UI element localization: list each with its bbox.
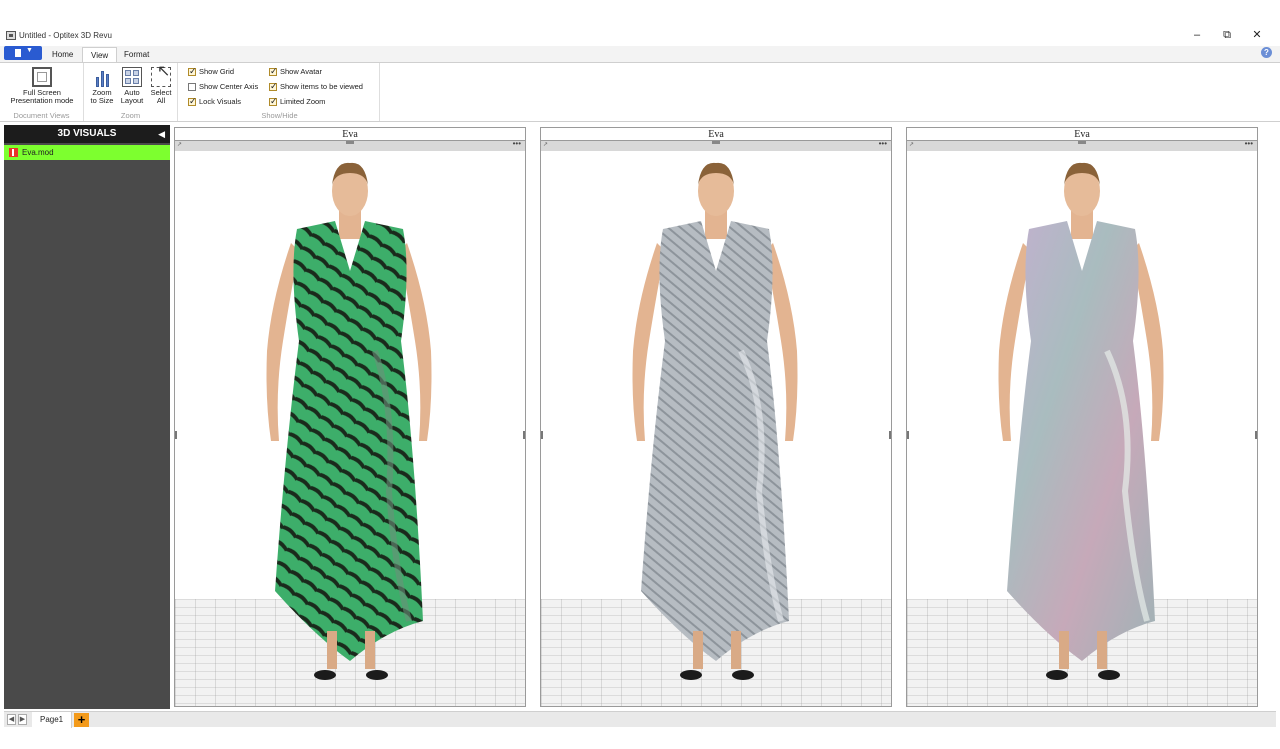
help-icon[interactable]: ? [1261,47,1272,58]
mod-file-icon [9,148,18,157]
minimize-button[interactable]: – [1182,28,1212,44]
list-item-eva-mod[interactable]: Eva.mod [4,145,170,160]
avatar-render [907,162,1257,706]
list-item-label: Eva.mod [22,148,54,157]
avatar-render [175,162,525,706]
show-avatar-label: Show Avatar [280,67,322,76]
show-grid-label: Show Grid [199,67,235,76]
left-edge-handle[interactable] [541,431,543,439]
lock-visuals-checkbox[interactable]: Lock Visuals [188,96,241,107]
group-zoom: Zoom to Size Auto Layout Select All Zoom [84,63,178,121]
limited-zoom-label: Limited Zoom [280,97,326,106]
collapse-icon[interactable]: ◀ [158,125,165,143]
right-edge-handle[interactable] [1255,431,1257,439]
visuals-panel-header: 3D VISUALS ◀ [4,125,170,143]
show-center-axis-label: Show Center Axis [199,82,259,91]
full-screen-label-line2: Presentation mode [10,96,74,105]
avatar-scene[interactable] [175,151,525,706]
tab-view[interactable]: View [82,47,118,62]
drag-handle[interactable] [712,141,720,144]
visual-title: Eva [907,128,1257,141]
group-show-hide: Show Grid Show Center Axis Lock Visuals … [180,63,380,121]
right-edge-handle[interactable] [523,431,525,439]
zoom-to-size-icon [92,67,112,87]
more-options-icon[interactable]: ••• [1245,139,1253,148]
full-screen-icon [32,67,52,87]
visuals-panel: 3D VISUALS ◀ Eva.mod [4,125,170,709]
right-edge-handle[interactable] [889,431,891,439]
zoom-to-size-label-line2: to Size [90,96,114,105]
app-icon [6,31,16,40]
drag-handle[interactable] [1078,141,1086,144]
visuals-panel-title: 3D VISUALS [57,128,117,139]
select-all-label-line2: All [156,96,166,105]
visual-title: Eva [541,128,891,141]
resize-corner-icon[interactable]: ↗ [543,141,548,148]
chevron-down-icon: ▼ [26,47,33,54]
previous-page-button[interactable]: ◀ [7,714,16,725]
checkbox-checked-icon [188,96,197,107]
group-document-views: Full Screen Presentation mode Document V… [0,63,84,121]
more-options-icon[interactable]: ••• [879,139,887,148]
tab-home[interactable]: Home [44,47,81,62]
select-all-button[interactable]: Select All [148,67,174,105]
window-title: Untitled - Optitex 3D Revu [19,31,112,40]
tab-format[interactable]: Format [116,47,157,62]
visual-panel-1[interactable]: Eva ↗ ••• [174,127,526,707]
page-bar: ◀ ▶ Page1 + [4,711,1276,728]
close-button[interactable]: ✕ [1242,28,1272,44]
avatar-scene[interactable] [541,151,891,706]
avatar-render [541,162,891,706]
page-tab-page1[interactable]: Page1 [32,712,73,728]
resize-corner-icon[interactable]: ↗ [177,141,182,148]
limited-zoom-checkbox[interactable]: Limited Zoom [269,96,326,107]
document-icon [15,49,21,57]
show-center-axis-checkbox[interactable]: Show Center Axis [188,82,258,91]
left-edge-handle[interactable] [175,431,177,439]
group-label-show-hide: Show/Hide [261,111,298,120]
add-page-button[interactable]: + [74,713,89,727]
visual-toolbar: ↗ ••• [175,139,525,151]
zoom-to-size-button[interactable]: Zoom to Size [88,67,116,105]
ribbon: Full Screen Presentation mode Document V… [0,62,1280,122]
auto-layout-label-line2: Layout [120,96,144,105]
resize-corner-icon[interactable]: ↗ [909,141,914,148]
checkbox-checked-icon [269,96,278,107]
show-grid-checkbox[interactable]: Show Grid [188,66,235,77]
group-label-zoom: Zoom [120,111,141,120]
show-avatar-checkbox[interactable]: Show Avatar [269,66,322,77]
auto-layout-icon [122,67,142,87]
left-edge-handle[interactable] [907,431,909,439]
full-screen-button[interactable]: Full Screen Presentation mode [6,67,78,105]
next-page-button[interactable]: ▶ [18,714,27,725]
auto-layout-button[interactable]: Auto Layout [118,67,146,105]
visual-toolbar: ↗ ••• [541,139,891,151]
more-options-icon[interactable]: ••• [513,139,521,148]
visual-panel-3[interactable]: Eva ↗ ••• [906,127,1258,707]
visual-panel-2[interactable]: Eva ↗ ••• [540,127,892,707]
visual-toolbar: ↗ ••• [907,139,1257,151]
show-items-label: Show items to be viewed [280,82,363,91]
title-bar: Untitled - Optitex 3D Revu – ⧉ ✕ [0,28,1280,44]
ribbon-tabs: ▼ Home View Format ? [0,46,1280,62]
group-label-document-views: Document Views [13,111,70,120]
select-all-icon [151,67,171,87]
visuals-canvas: Eva ↗ ••• Eva ↗ ••• Eva ↗ ••• [172,125,1276,709]
application-menu-button[interactable]: ▼ [4,46,42,60]
restore-button[interactable]: ⧉ [1212,28,1242,44]
avatar-scene[interactable] [907,151,1257,706]
checkbox-checked-icon [269,81,278,92]
checkbox-unchecked-icon [188,82,196,91]
lock-visuals-label: Lock Visuals [199,97,241,106]
checkbox-checked-icon [188,66,197,77]
checkbox-checked-icon [269,66,278,77]
visual-title: Eva [175,128,525,141]
show-items-checkbox[interactable]: Show items to be viewed [269,81,363,92]
drag-handle[interactable] [346,141,354,144]
